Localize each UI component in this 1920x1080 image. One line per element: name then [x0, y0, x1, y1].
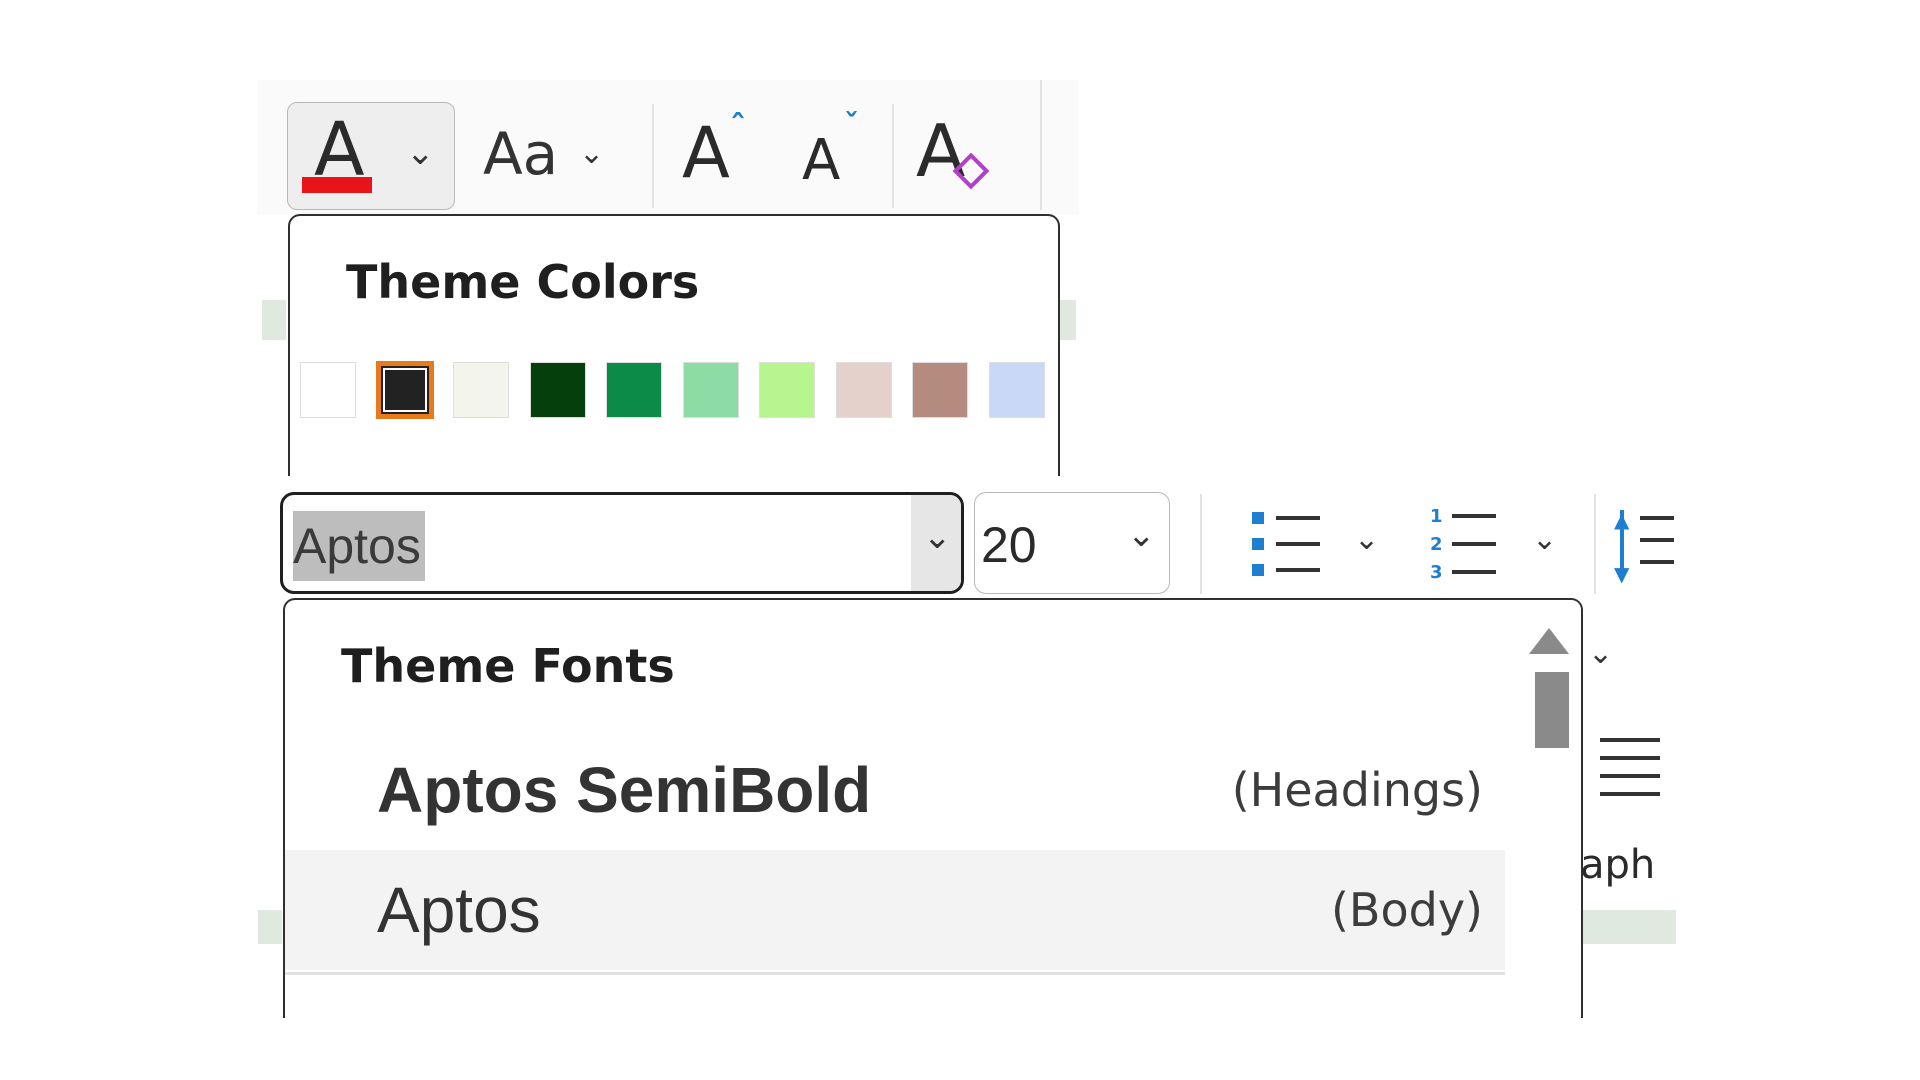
color-swatch-white[interactable] [300, 362, 356, 418]
chevron-down-icon: ⌄ [1354, 522, 1380, 557]
theme-colors-panel: Theme Colors [288, 214, 1060, 476]
font-item-headings[interactable]: Aptos SemiBold (Headings) [285, 730, 1505, 850]
change-case-icon: Aa [483, 120, 559, 188]
color-swatch-off-white[interactable] [453, 362, 509, 418]
font-list-scrollbar[interactable] [1511, 600, 1581, 1018]
font-item-name: Aptos SemiBold [377, 754, 872, 826]
scroll-thumb[interactable] [1535, 672, 1569, 748]
ribbon-edge-strip [1580, 910, 1676, 944]
change-case-button[interactable]: Aa ⌄ [475, 104, 625, 204]
font-name-dropdown-button[interactable]: ⌄ [911, 495, 961, 591]
ribbon-edge-strip [258, 910, 282, 944]
swatch-selection-ring [382, 368, 427, 412]
caret-down-icon: ˇ [844, 108, 859, 143]
numbering-icon: 1 2 3 [1428, 506, 1498, 586]
line-spacing-button[interactable]: ▲ ▼ [1614, 506, 1674, 586]
toolbar-separator [1594, 494, 1596, 594]
font-color-swatch-bar [302, 177, 372, 193]
toolbar-separator [652, 104, 654, 208]
color-swatch-black[interactable] [375, 361, 434, 419]
color-swatch-blush[interactable] [835, 362, 892, 418]
toolbar-separator [892, 104, 894, 208]
font-item-tag: (Body) [1330, 883, 1483, 937]
font-size-input[interactable]: 20 [981, 515, 1037, 575]
theme-fonts-panel: Theme Fonts Aptos SemiBold (Headings) Ap… [283, 598, 1583, 1018]
clear-formatting-icon: A [916, 109, 966, 193]
scroll-up-arrow-icon[interactable] [1529, 628, 1569, 654]
grow-font-button[interactable]: A ˆ [670, 104, 770, 204]
shrink-font-icon: A [802, 128, 841, 193]
font-item-tag: (Headings) [1231, 763, 1483, 817]
font-color-button[interactable]: A ⌄ [287, 102, 455, 210]
font-item-name: Aptos [377, 874, 541, 946]
font-item-body[interactable]: Aptos (Body) [285, 850, 1505, 970]
clear-formatting-button[interactable]: A [910, 104, 1010, 204]
chevron-down-icon: ⌄ [1588, 636, 1614, 671]
chevron-down-icon[interactable]: ⌄ [1127, 515, 1156, 555]
color-swatch-taupe[interactable] [912, 362, 968, 418]
chevron-down-icon: ⌄ [579, 136, 605, 171]
theme-colors-title: Theme Colors [346, 255, 700, 309]
paragraph-group-label: aph [1580, 842, 1656, 888]
font-name-input[interactable]: Aptos [293, 511, 425, 581]
color-swatch-light-blue[interactable] [988, 362, 1045, 418]
chevron-down-icon: ⌄ [923, 517, 952, 557]
color-swatch-lime[interactable] [759, 362, 815, 418]
bullets-button[interactable]: ⌄ [1250, 504, 1400, 588]
ribbon-edge-strip [1058, 300, 1076, 340]
chevron-down-icon[interactable]: ⌄ [406, 133, 435, 173]
shrink-font-button[interactable]: A ˇ [790, 104, 890, 204]
color-swatch-light-green[interactable] [682, 362, 739, 418]
bullets-icon [1250, 510, 1320, 580]
ribbon-edge-strip [262, 300, 286, 340]
color-swatch-dark-green[interactable] [529, 362, 586, 418]
font-size-box[interactable]: 20 ⌄ [974, 492, 1170, 594]
justify-icon [1600, 738, 1660, 800]
color-swatch-green[interactable] [606, 362, 662, 418]
line-spacing-icon: ▲ ▼ [1614, 506, 1674, 586]
list-divider [285, 972, 1505, 975]
chevron-down-icon: ⌄ [1532, 522, 1558, 557]
caret-up-icon: ˆ [730, 108, 746, 146]
theme-fonts-title: Theme Fonts [341, 639, 675, 693]
numbering-button[interactable]: 1 2 3 ⌄ [1428, 504, 1578, 588]
toolbar-separator [1200, 494, 1202, 594]
toolbar-separator [1040, 80, 1042, 210]
grow-font-icon: A [682, 112, 730, 194]
font-name-box[interactable]: Aptos ⌄ [280, 492, 964, 594]
